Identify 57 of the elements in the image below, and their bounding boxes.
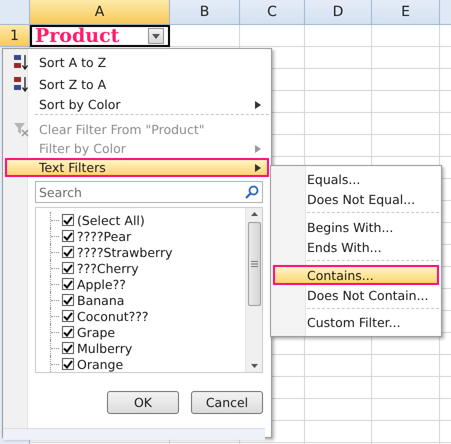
sort-icon — [12, 53, 30, 71]
dialog-button[interactable]: OK — [107, 391, 179, 414]
checkbox[interactable] — [62, 246, 74, 258]
checkbox[interactable] — [62, 294, 74, 306]
dialog-button[interactable]: Cancel — [191, 391, 263, 414]
clear-filter-icon — [13, 121, 29, 137]
value-item[interactable]: Coconut??? — [50, 308, 245, 324]
value-item[interactable]: Apple?? — [50, 276, 245, 292]
checkbox[interactable] — [62, 310, 74, 322]
scroll-up-icon[interactable] — [250, 212, 258, 216]
menu-item[interactable]: Sort A to Z — [5, 51, 269, 73]
cell-text: Product — [35, 25, 120, 47]
checkbox[interactable] — [62, 326, 74, 338]
table-cell[interactable]: Product — [30, 25, 170, 47]
menu-item[interactable]: Begins With... — [273, 216, 439, 238]
menu-item[interactable]: Text Filters — [5, 158, 269, 177]
menu-item[interactable]: Does Not Contain... — [273, 285, 439, 306]
column-header[interactable]: B — [170, 0, 240, 25]
caret-icon — [152, 34, 160, 38]
value-item[interactable]: Grape — [50, 324, 245, 340]
value-item[interactable]: ????Pear — [50, 228, 245, 244]
resize-grip[interactable] — [3, 428, 265, 440]
column-header[interactable]: A — [30, 0, 170, 25]
checkbox[interactable] — [62, 278, 74, 290]
checkbox[interactable] — [62, 262, 74, 274]
submenu-arrow-icon — [255, 100, 261, 108]
column-header[interactable]: E — [372, 0, 440, 25]
row-header[interactable]: 1 — [0, 25, 30, 47]
menu-item[interactable]: Does Not Equal... — [273, 189, 439, 210]
submenu-arrow-icon — [255, 144, 261, 152]
scrollbar[interactable] — [245, 208, 262, 372]
checkbox[interactable] — [62, 214, 74, 226]
value-item[interactable]: Mulberry — [50, 340, 245, 356]
checkbox[interactable] — [62, 342, 74, 354]
value-item[interactable]: Orange — [50, 356, 245, 372]
value-item[interactable]: ???Cherry — [50, 260, 245, 276]
menu-item[interactable]: Sort Z to A — [5, 73, 269, 95]
value-item[interactable]: ????Strawberry — [50, 244, 245, 260]
submenu-arrow-icon — [255, 164, 261, 172]
column-header[interactable]: C — [240, 0, 305, 25]
value-item[interactable]: (Select All) — [50, 212, 245, 228]
grip-icon — [250, 261, 258, 267]
sort-icon — [12, 75, 30, 93]
scroll-thumb[interactable] — [248, 222, 260, 306]
filter-dropdown-button[interactable] — [148, 28, 164, 44]
search-field[interactable]: Search — [35, 181, 263, 203]
checkbox[interactable] — [62, 230, 74, 242]
value-item[interactable]: Banana — [50, 292, 245, 308]
scroll-down-icon[interactable] — [250, 364, 258, 368]
menu-item[interactable]: Equals... — [273, 169, 439, 190]
menu-item[interactable]: Contains... — [273, 264, 439, 286]
menu-item[interactable]: Ends With... — [273, 237, 439, 258]
search-icon — [245, 185, 259, 199]
menu-item[interactable]: Sort by Color — [5, 95, 269, 114]
checkbox[interactable] — [62, 358, 74, 370]
menu-item[interactable]: Custom Filter... — [273, 312, 439, 334]
column-header[interactable]: D — [305, 0, 372, 25]
